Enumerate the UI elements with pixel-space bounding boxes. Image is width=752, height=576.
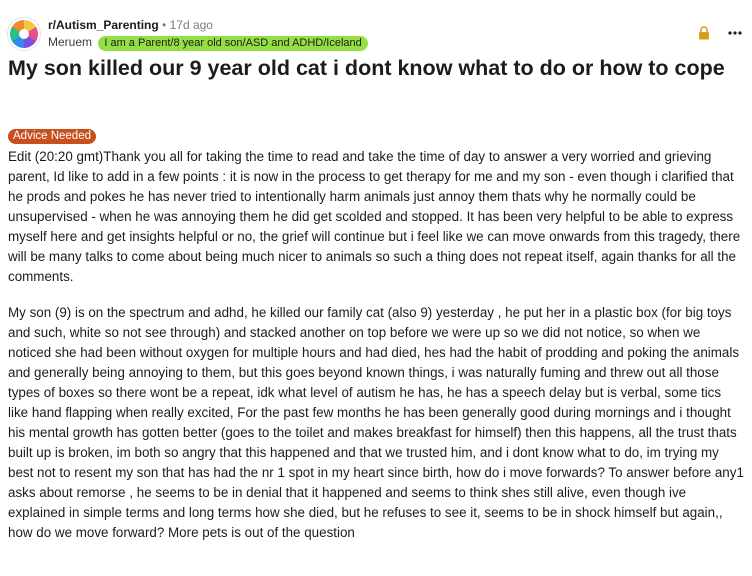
subreddit-link[interactable]: r/Autism_Parenting bbox=[48, 18, 159, 32]
post-title[interactable]: My son killed our 9 year old cat i dont … bbox=[8, 54, 744, 83]
author-line: Meruem I am a Parent/8 year old son/ASD … bbox=[48, 34, 368, 51]
meta-separator: • bbox=[162, 18, 167, 32]
avatar-center bbox=[19, 29, 29, 39]
post-meta: r/Autism_Parenting • 17d ago bbox=[48, 17, 213, 33]
author-link[interactable]: Meruem bbox=[48, 35, 92, 49]
subreddit-avatar[interactable] bbox=[8, 18, 40, 50]
post-header: r/Autism_Parenting • 17d ago Meruem I am… bbox=[8, 14, 744, 54]
post-flair-badge[interactable]: Advice Needed bbox=[8, 129, 96, 144]
user-flair: I am a Parent/8 year old son/ASD and ADH… bbox=[98, 36, 368, 51]
more-options-icon[interactable] bbox=[726, 26, 744, 40]
post-time: 17d ago bbox=[169, 18, 213, 32]
lock-icon bbox=[699, 26, 709, 40]
post-body-paragraph: My son (9) is on the spectrum and adhd, … bbox=[8, 305, 744, 540]
post-body-paragraph: Edit (20:20 gmt)Thank you all for taking… bbox=[8, 149, 741, 284]
post-card: r/Autism_Parenting • 17d ago Meruem I am… bbox=[0, 0, 752, 576]
